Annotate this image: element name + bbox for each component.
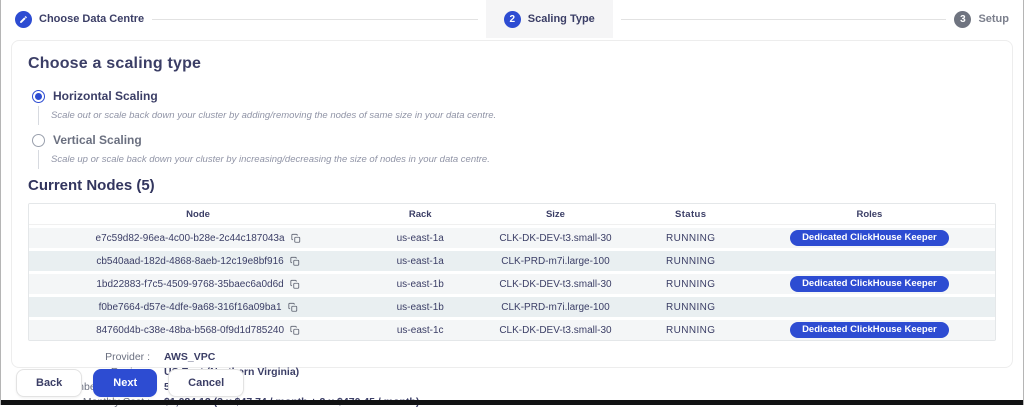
node-id: cb540aad-182d-4868-8aeb-12c19e8bf916 [96, 256, 283, 267]
nodes-table: Node Rack Size Status Roles e7c59d82-96e… [28, 203, 996, 341]
size-cell: CLK-PRD-m7i.large-100 [473, 256, 637, 267]
status-cell: RUNNING [638, 256, 744, 267]
roles-cell: Dedicated ClickHouse Keeper [744, 230, 995, 246]
table-row: f0be7664-d57e-4dfe-9a68-316f16a09ba1 us-… [29, 297, 995, 317]
column-header-node: Node [29, 209, 367, 220]
column-header-rack: Rack [367, 209, 473, 220]
node-id-cell: cb540aad-182d-4868-8aeb-12c19e8bf916 [29, 256, 367, 267]
step-choose-data-centre[interactable]: Choose Data Centre [15, 11, 144, 28]
option-horizontal-scaling: Horizontal Scaling Scale out or scale ba… [32, 89, 996, 125]
roles-cell: Dedicated ClickHouse Keeper [744, 276, 995, 292]
copy-icon[interactable] [291, 233, 301, 244]
status-cell: RUNNING [638, 233, 744, 244]
detail-label: Provider : [28, 351, 150, 363]
wizard-footer: Back Next Cancel [16, 369, 244, 397]
copy-icon[interactable] [290, 279, 300, 290]
node-id-cell: 1bd22883-f7c5-4509-9768-35baec6a0d6d [29, 279, 367, 290]
rack-cell: us-east-1c [367, 325, 473, 336]
column-header-roles: Roles [744, 209, 995, 220]
node-id-cell: f0be7664-d57e-4dfe-9a68-316f16a09ba1 [29, 302, 367, 313]
vertical-scaling-radio-row[interactable]: Vertical Scaling [32, 133, 996, 147]
copy-icon[interactable] [288, 302, 298, 313]
size-cell: CLK-DK-DEV-t3.small-30 [473, 279, 637, 290]
rack-cell: us-east-1b [367, 279, 473, 290]
role-badge: Dedicated ClickHouse Keeper [790, 276, 949, 292]
rack-cell: us-east-1b [367, 302, 473, 313]
next-button[interactable]: Next [93, 369, 157, 397]
step-number-badge: 3 [954, 11, 971, 28]
step-setup[interactable]: 3 Setup [954, 11, 1009, 28]
wizard-stepper: Choose Data Centre 2 Scaling Type 3 Setu… [1, 0, 1023, 38]
radio-icon[interactable] [32, 90, 45, 103]
edit-pencil-icon [15, 11, 32, 28]
option-description: Scale out or scale back down your cluste… [38, 106, 996, 125]
copy-icon[interactable] [290, 256, 300, 267]
horizontal-scaling-radio-row[interactable]: Horizontal Scaling [32, 89, 996, 103]
step-number-badge: 2 [504, 11, 521, 28]
step-label: Choose Data Centre [39, 13, 144, 25]
role-badge: Dedicated ClickHouse Keeper [790, 230, 949, 246]
step-label: Scaling Type [528, 13, 595, 25]
scaling-type-card: Choose a scaling type Horizontal Scaling… [11, 40, 1013, 368]
status-cell: RUNNING [638, 279, 744, 290]
current-nodes-title: Current Nodes (5) [28, 177, 996, 194]
rack-cell: us-east-1a [367, 256, 473, 267]
table-row: cb540aad-182d-4868-8aeb-12c19e8bf916 us-… [29, 251, 995, 271]
option-label: Horizontal Scaling [53, 89, 158, 103]
size-cell: CLK-PRD-m7i.large-100 [473, 302, 637, 313]
node-id: 84760d4b-c38e-48ba-b568-0f9d1d785240 [96, 325, 284, 336]
column-header-size: Size [473, 209, 637, 220]
node-id-cell: e7c59d82-96ea-4c00-b28e-2c44c187043a [29, 233, 367, 244]
copy-icon[interactable] [290, 325, 300, 336]
node-id: e7c59d82-96ea-4c00-b28e-2c44c187043a [96, 233, 285, 244]
node-id: 1bd22883-f7c5-4509-9768-35baec6a0d6d [96, 279, 283, 290]
cancel-button[interactable]: Cancel [168, 369, 244, 397]
nodes-table-header: Node Rack Size Status Roles [29, 204, 995, 225]
size-cell: CLK-DK-DEV-t3.small-30 [473, 325, 637, 336]
step-scaling-type[interactable]: 2 Scaling Type [486, 0, 613, 38]
node-id-cell: 84760d4b-c38e-48ba-b568-0f9d1d785240 [29, 325, 367, 336]
option-vertical-scaling: Vertical Scaling Scale up or scale back … [32, 133, 996, 169]
detail-value: AWS_VPC [164, 351, 215, 363]
step-label: Setup [978, 13, 1009, 25]
nodes-table-body: e7c59d82-96ea-4c00-b28e-2c44c187043a us-… [29, 228, 995, 340]
status-cell: RUNNING [638, 325, 744, 336]
page-title: Choose a scaling type [28, 55, 996, 73]
stepper-connector [152, 19, 478, 20]
option-description: Scale up or scale back down your cluster… [38, 150, 996, 169]
table-row: 84760d4b-c38e-48ba-b568-0f9d1d785240 us-… [29, 320, 995, 340]
option-label: Vertical Scaling [53, 133, 142, 147]
roles-cell: Dedicated ClickHouse Keeper [744, 322, 995, 338]
back-button[interactable]: Back [16, 369, 82, 397]
detail-provider: Provider : AWS_VPC [28, 351, 996, 363]
column-header-status: Status [638, 209, 744, 220]
window-bottom-edge [1, 400, 1023, 405]
rack-cell: us-east-1a [367, 233, 473, 244]
role-badge: Dedicated ClickHouse Keeper [790, 322, 949, 338]
table-row: e7c59d82-96ea-4c00-b28e-2c44c187043a us-… [29, 228, 995, 248]
node-id: f0be7664-d57e-4dfe-9a68-316f16a09ba1 [99, 302, 282, 313]
status-cell: RUNNING [638, 302, 744, 313]
stepper-connector [621, 19, 947, 20]
size-cell: CLK-DK-DEV-t3.small-30 [473, 233, 637, 244]
table-row: 1bd22883-f7c5-4509-9768-35baec6a0d6d us-… [29, 274, 995, 294]
radio-icon[interactable] [32, 134, 45, 147]
